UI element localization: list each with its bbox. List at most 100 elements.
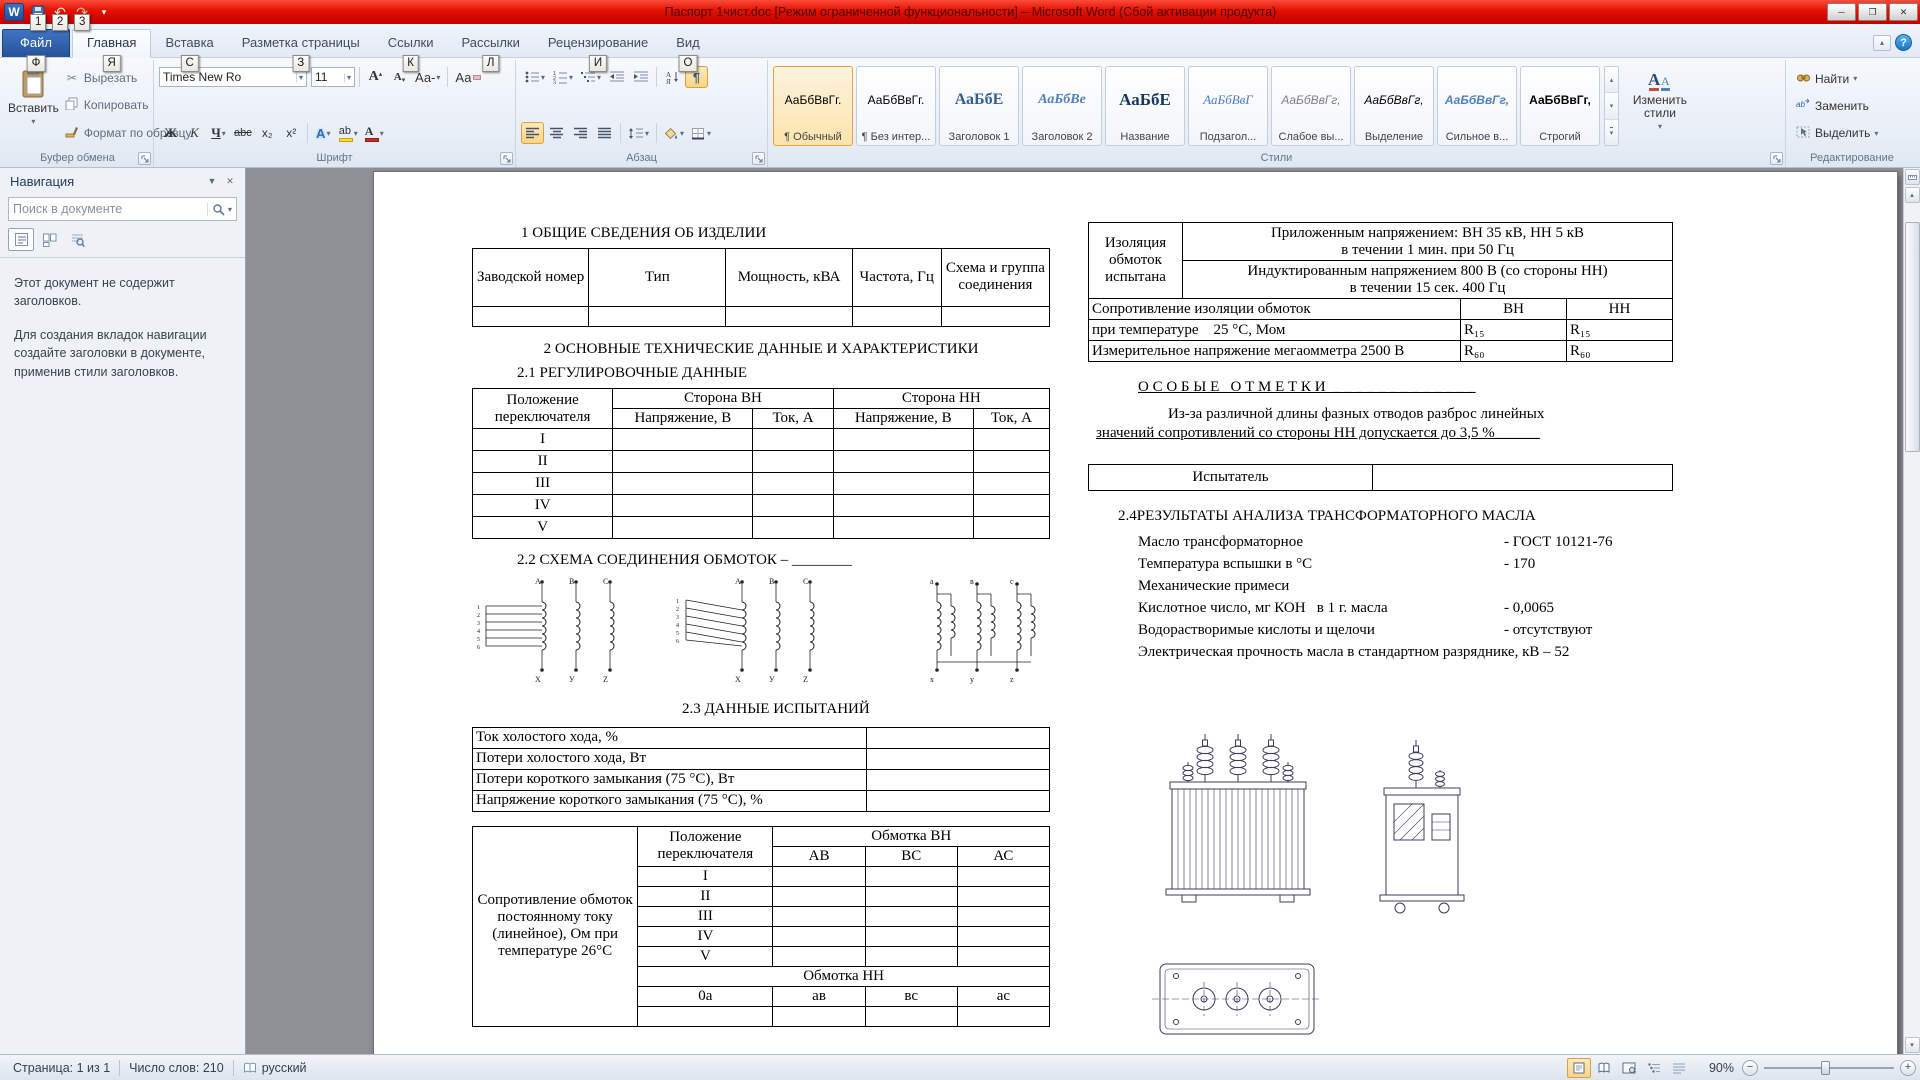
empty-cell[interactable] [832,494,974,518]
empty-cell[interactable] [588,305,727,327]
nav-search-button[interactable]: ▾ [206,202,232,216]
change-styles-button[interactable]: АА Изменить стили ▾ [1621,62,1699,150]
tab-file[interactable]: Файл Ф [2,29,70,72]
clear-formatting-button[interactable]: Аа [452,66,484,88]
empty-cell[interactable] [772,865,866,887]
empty-cell[interactable] [772,1005,866,1027]
word-logo-icon[interactable]: W [4,3,24,21]
find-button[interactable]: Найти ▾ [1791,70,1913,87]
empty-cell[interactable] [612,428,754,452]
draft-view-button[interactable] [1667,1058,1691,1078]
dialog-launcher-icon[interactable] [1770,152,1783,165]
empty-cell[interactable] [865,768,1051,791]
oil-value[interactable]: - ГОСТ 10121-76 [1504,534,1672,551]
select-button[interactable]: Выделить ▾ [1791,125,1913,142]
empty-cell[interactable] [864,1005,958,1027]
decrease-indent-button[interactable] [605,66,628,88]
borders-button[interactable]: ▾ [688,122,714,144]
minimize-ribbon-button[interactable]: ▴ [1873,34,1891,51]
tab-references[interactable]: Ссылки К [374,30,448,72]
save-button[interactable]: 1 [28,3,48,31]
vertical-scrollbar[interactable]: ▴ ▾ [1903,168,1920,1054]
qat-customize-button[interactable]: ▾ [94,3,114,21]
style-strong[interactable]: АаБбВвГг, Строгий [1520,66,1600,146]
tab-review[interactable]: Рецензирование И [534,30,662,72]
help-button[interactable]: ? [1895,34,1912,51]
empty-cell[interactable] [956,945,1051,967]
tab-view[interactable]: Вид О [662,30,714,72]
empty-cell[interactable] [972,450,1051,474]
empty-cell[interactable] [864,945,958,967]
empty-cell[interactable] [972,516,1051,540]
print-layout-view-button[interactable] [1566,1057,1591,1078]
oil-value[interactable]: - 0,0065 [1504,600,1672,617]
strikethrough-button[interactable]: abc [231,122,255,144]
tab-page-layout[interactable]: Разметка страницы З [228,30,374,72]
empty-cell[interactable] [612,516,754,540]
tab-mailings[interactable]: Рассылки Л [448,30,534,72]
style-subtle-emphasis[interactable]: АаБбВвГг, Слабое вы... [1271,66,1351,146]
empty-cell[interactable] [865,726,1051,749]
navigation-close-button[interactable]: ✕ [221,173,239,189]
empty-cell[interactable] [832,472,974,496]
italic-button[interactable]: К [183,122,206,144]
dialog-launcher-icon[interactable] [138,152,151,165]
bold-button[interactable]: Ж [159,122,182,144]
value-cell[interactable]: R₆₀ [1565,340,1674,362]
style-subtitle[interactable]: АаБбВвГ Подзагол... [1188,66,1268,146]
justify-button[interactable] [593,122,616,144]
empty-cell[interactable] [940,305,1051,327]
empty-cell[interactable] [832,428,974,452]
empty-cell[interactable] [637,1005,774,1027]
value-cell[interactable]: R₁₅ [1565,319,1674,341]
empty-cell[interactable] [752,472,834,496]
close-button[interactable]: ✕ [1889,3,1918,21]
oil-value[interactable] [1504,578,1672,595]
nav-tab-pages[interactable] [36,228,62,251]
empty-cell[interactable] [972,472,1051,496]
superscript-button[interactable]: х² [280,122,303,144]
empty-cell[interactable] [832,450,974,474]
font-color-button[interactable]: А ▾ [362,122,387,144]
nav-tab-headings[interactable] [8,228,34,251]
nav-tab-results[interactable] [64,228,90,251]
redo-button[interactable]: ↷ 3 [72,3,92,31]
highlight-button[interactable]: ab ▾ [336,122,361,144]
empty-cell[interactable] [612,494,754,518]
empty-cell[interactable] [864,865,958,887]
value-cell[interactable]: R₁₅ [1460,319,1567,341]
empty-cell[interactable] [864,885,958,907]
status-page-count[interactable]: Страница: 1 из 1 [4,1055,119,1080]
status-language[interactable]: русский [234,1055,316,1080]
empty-cell[interactable] [956,1005,1051,1027]
font-size-combo[interactable]: 11 ▾ [311,67,355,87]
zoom-slider-thumb[interactable] [1821,1060,1831,1075]
zoom-slider[interactable] [1764,1060,1894,1076]
zoom-out-button[interactable]: − [1742,1059,1758,1076]
minimize-button[interactable]: ─ [1827,3,1856,21]
empty-cell[interactable] [865,789,1051,812]
gallery-down-button[interactable]: ▾ [1605,93,1618,120]
gallery-expand-button[interactable]: ▾ [1605,119,1618,145]
shading-button[interactable]: ▾ [661,122,687,144]
style-title[interactable]: АаБбЕ Название [1105,66,1185,146]
empty-cell[interactable] [471,305,590,327]
empty-cell[interactable] [752,516,834,540]
navigation-menu-button[interactable]: ▼ [203,173,221,189]
restore-button[interactable]: ❐ [1858,3,1887,21]
fullscreen-reading-view-button[interactable] [1592,1058,1616,1078]
grow-font-button[interactable]: А ▴ [364,66,387,88]
empty-cell[interactable] [612,450,754,474]
empty-cell[interactable] [956,925,1051,947]
empty-cell[interactable] [612,472,754,496]
underline-button[interactable]: Ч ▾ [207,122,230,144]
tab-insert[interactable]: Вставка С [151,30,227,72]
undo-button[interactable]: ↶ 2 [50,3,70,31]
oil-value[interactable]: - отсутствуют [1504,622,1672,639]
style-no-spacing[interactable]: АаБбВвГг. ¶ Без интер... [856,66,936,146]
empty-cell[interactable] [864,925,958,947]
empty-cell[interactable] [1372,464,1673,492]
oil-value[interactable]: - 170 [1504,556,1672,573]
document-page[interactable]: 1 ОБЩИЕ СВЕДЕНИЯ ОБ ИЗДЕЛИИ Заводской но… [374,172,1897,1054]
style-heading1[interactable]: АаБбЕ Заголовок 1 [939,66,1019,146]
